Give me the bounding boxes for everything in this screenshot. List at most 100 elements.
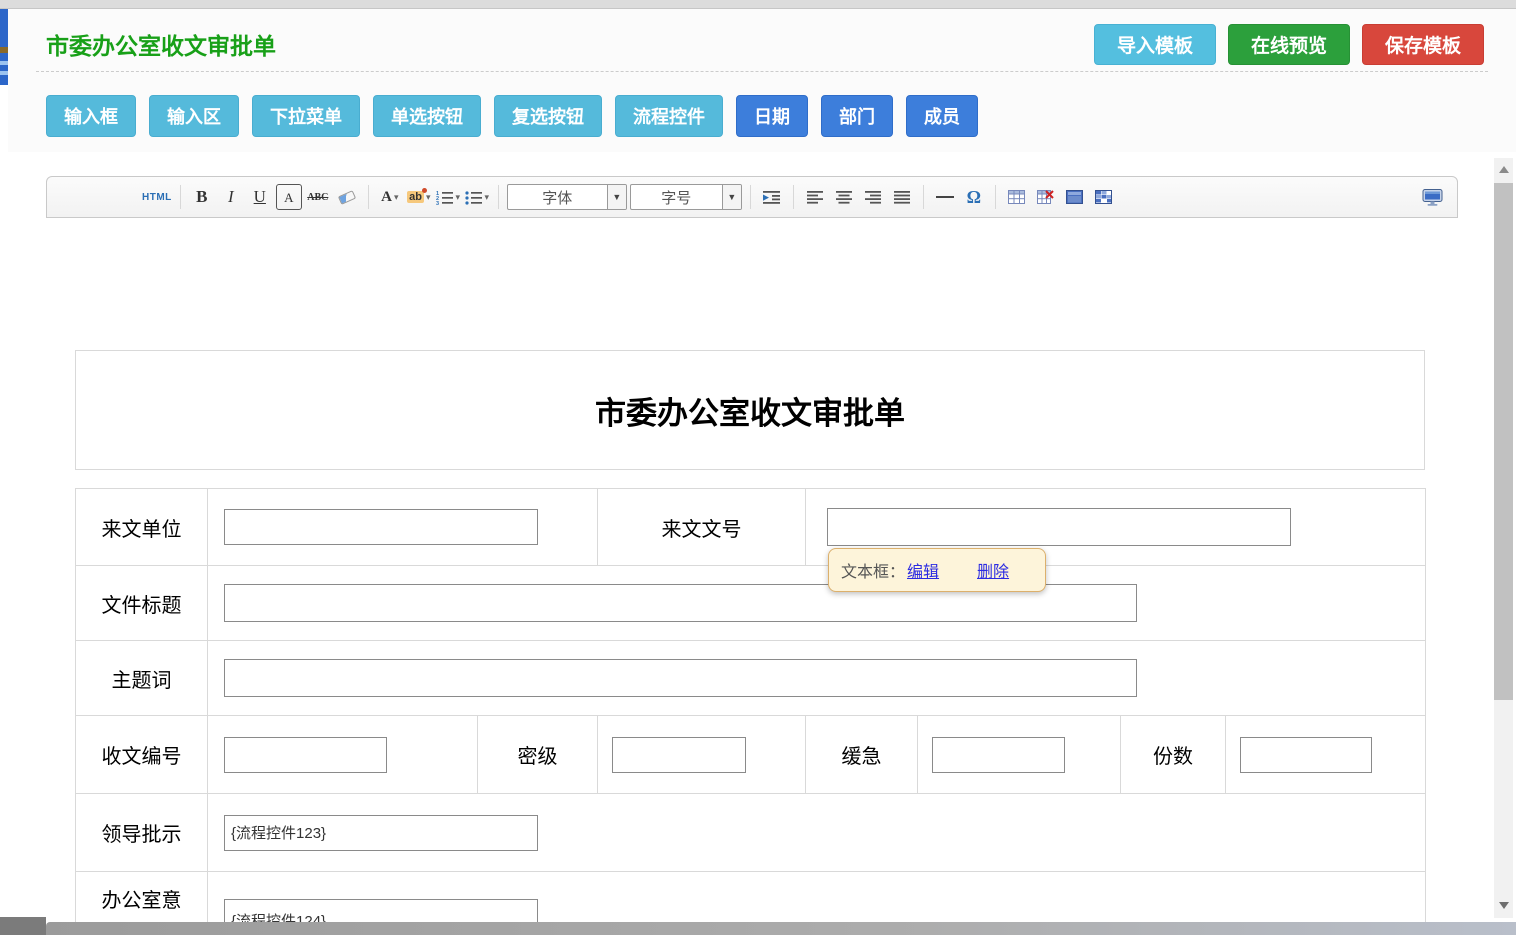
widget-input-box-button[interactable]: 输入框: [46, 95, 136, 137]
widget-date-button[interactable]: 日期: [736, 95, 808, 137]
security-level-cell: [598, 716, 806, 794]
import-template-button[interactable]: 导入模板: [1094, 24, 1216, 65]
online-preview-button[interactable]: 在线预览: [1228, 24, 1350, 65]
vertical-scrollbar[interactable]: [1494, 158, 1513, 918]
scroll-up-button[interactable]: [1494, 158, 1513, 180]
chevron-down-icon: ▼: [607, 185, 626, 209]
approval-form-table: 来文单位 来文文号 文件标题 主题词: [75, 488, 1426, 935]
scrollbar-thumb[interactable]: [1494, 183, 1513, 700]
table-row: 领导批示: [76, 794, 1426, 872]
urgency-input[interactable]: [932, 737, 1065, 773]
font-family-select[interactable]: 字体 ▼: [507, 184, 627, 210]
sliver-mark: [0, 61, 8, 65]
html-source-button[interactable]: HTML: [142, 184, 172, 210]
widget-department-button[interactable]: 部门: [821, 95, 893, 137]
widget-radio-button[interactable]: 单选按钮: [373, 95, 481, 137]
leader-comments-input[interactable]: [224, 815, 538, 851]
receipt-number-input[interactable]: [224, 737, 387, 773]
form-label-document-number: 来文文号: [598, 489, 806, 566]
font-size-select[interactable]: 字号 ▼: [630, 184, 742, 210]
copies-input[interactable]: [1240, 737, 1372, 773]
template-actions: 导入模板 在线预览 保存模板: [1094, 24, 1484, 65]
bold-button[interactable]: B: [189, 184, 215, 210]
align-center-icon: [836, 190, 852, 204]
align-justify-button[interactable]: [889, 184, 915, 210]
align-left-button[interactable]: [802, 184, 828, 210]
taskbar-strip: [46, 922, 1516, 935]
widget-textarea-button[interactable]: 输入区: [149, 95, 239, 137]
page-title: 市委办公室收文审批单: [46, 27, 276, 61]
textbox-context-popover: 文本框： 编辑 删除: [828, 548, 1046, 592]
form-label-incoming-unit: 来文单位: [76, 489, 208, 566]
document-title-cell: [208, 566, 1426, 641]
highlight-color-icon: ab: [407, 191, 424, 203]
delete-table-button[interactable]: [1033, 184, 1059, 210]
background-window-sliver: [0, 9, 8, 85]
save-template-button[interactable]: 保存模板: [1362, 24, 1484, 65]
arrow-down-icon: [1499, 902, 1509, 909]
italic-button[interactable]: I: [218, 184, 244, 210]
strikethrough-button[interactable]: ABC: [305, 184, 331, 210]
copies-cell: [1226, 716, 1426, 794]
font-color-button[interactable]: A▾: [377, 184, 403, 210]
cell-properties-icon: [1095, 190, 1112, 204]
edit-link[interactable]: 编辑: [907, 558, 939, 582]
form-label-receipt-number: 收文编号: [76, 716, 208, 794]
special-character-button[interactable]: Ω: [961, 184, 987, 210]
arrow-up-icon: [1499, 166, 1509, 173]
taskbar-edge: [0, 917, 1516, 935]
security-level-input[interactable]: [612, 737, 746, 773]
widget-checkbox-button[interactable]: 复选按钮: [494, 95, 602, 137]
align-center-button[interactable]: [831, 184, 857, 210]
indent-button[interactable]: [759, 184, 785, 210]
keywords-input[interactable]: [224, 659, 1137, 697]
chevron-down-icon: ▾: [394, 192, 399, 203]
widget-flow-control-button[interactable]: 流程控件: [615, 95, 723, 137]
widget-button-row: 输入框 输入区 下拉菜单 单选按钮 复选按钮 流程控件 日期 部门 成员: [46, 95, 978, 137]
align-right-button[interactable]: [860, 184, 886, 210]
cell-properties-button[interactable]: [1091, 184, 1117, 210]
toolbar-separator: [995, 185, 996, 209]
highlight-color-button[interactable]: ab▾: [406, 184, 432, 210]
table-row: 文件标题: [76, 566, 1426, 641]
underline-button[interactable]: U: [247, 184, 273, 210]
toolbar-separator: [923, 185, 924, 209]
leader-comments-cell: [208, 794, 1426, 872]
font-family-label: 字体: [508, 187, 607, 208]
chevron-down-icon: ▾: [456, 192, 461, 203]
horizontal-rule-icon: [936, 196, 954, 198]
chevron-down-icon: ▼: [722, 185, 741, 209]
editor-canvas[interactable]: 市委办公室收文审批单 来文单位 来文文号 文件标题: [46, 218, 1490, 935]
editor-toolbar: HTML B I U A ABC A▾ ab▾ 1 2 3 ▾ ▾ 字体 ▼: [46, 176, 1458, 218]
incoming-unit-input[interactable]: [224, 509, 538, 545]
remove-format-button[interactable]: [334, 184, 360, 210]
receipt-number-cell: [208, 716, 478, 794]
form-label-keywords: 主题词: [76, 641, 208, 716]
eraser-icon: [338, 190, 356, 205]
taskbar-corner: [0, 917, 46, 935]
ordered-list-icon: 1 2 3: [436, 190, 454, 205]
svg-text:3: 3: [436, 201, 439, 205]
unordered-list-button[interactable]: ▾: [464, 184, 490, 210]
widget-dropdown-button[interactable]: 下拉菜单: [252, 95, 360, 137]
delete-table-icon: [1037, 190, 1054, 204]
align-justify-icon: [894, 190, 910, 204]
widget-member-button[interactable]: 成员: [906, 95, 978, 137]
font-size-label: 字号: [631, 187, 722, 208]
toolbar-separator: [793, 185, 794, 209]
scroll-down-button[interactable]: [1494, 894, 1513, 916]
ordered-list-button[interactable]: 1 2 3 ▾: [435, 184, 461, 210]
insert-table-button[interactable]: [1004, 184, 1030, 210]
form-label-copies: 份数: [1121, 716, 1226, 794]
chevron-down-icon: ▾: [426, 192, 431, 203]
urgency-cell: [918, 716, 1121, 794]
delete-link[interactable]: 删除: [977, 558, 1009, 582]
insert-table-icon: [1008, 190, 1025, 204]
form-title-cell: 市委办公室收文审批单: [75, 350, 1425, 470]
fullscreen-button[interactable]: [1419, 184, 1445, 210]
font-attribute-button[interactable]: A: [276, 184, 302, 210]
document-number-input[interactable]: [827, 508, 1291, 546]
table-properties-button[interactable]: [1062, 184, 1088, 210]
indent-icon: [763, 190, 781, 205]
horizontal-rule-button[interactable]: [932, 184, 958, 210]
